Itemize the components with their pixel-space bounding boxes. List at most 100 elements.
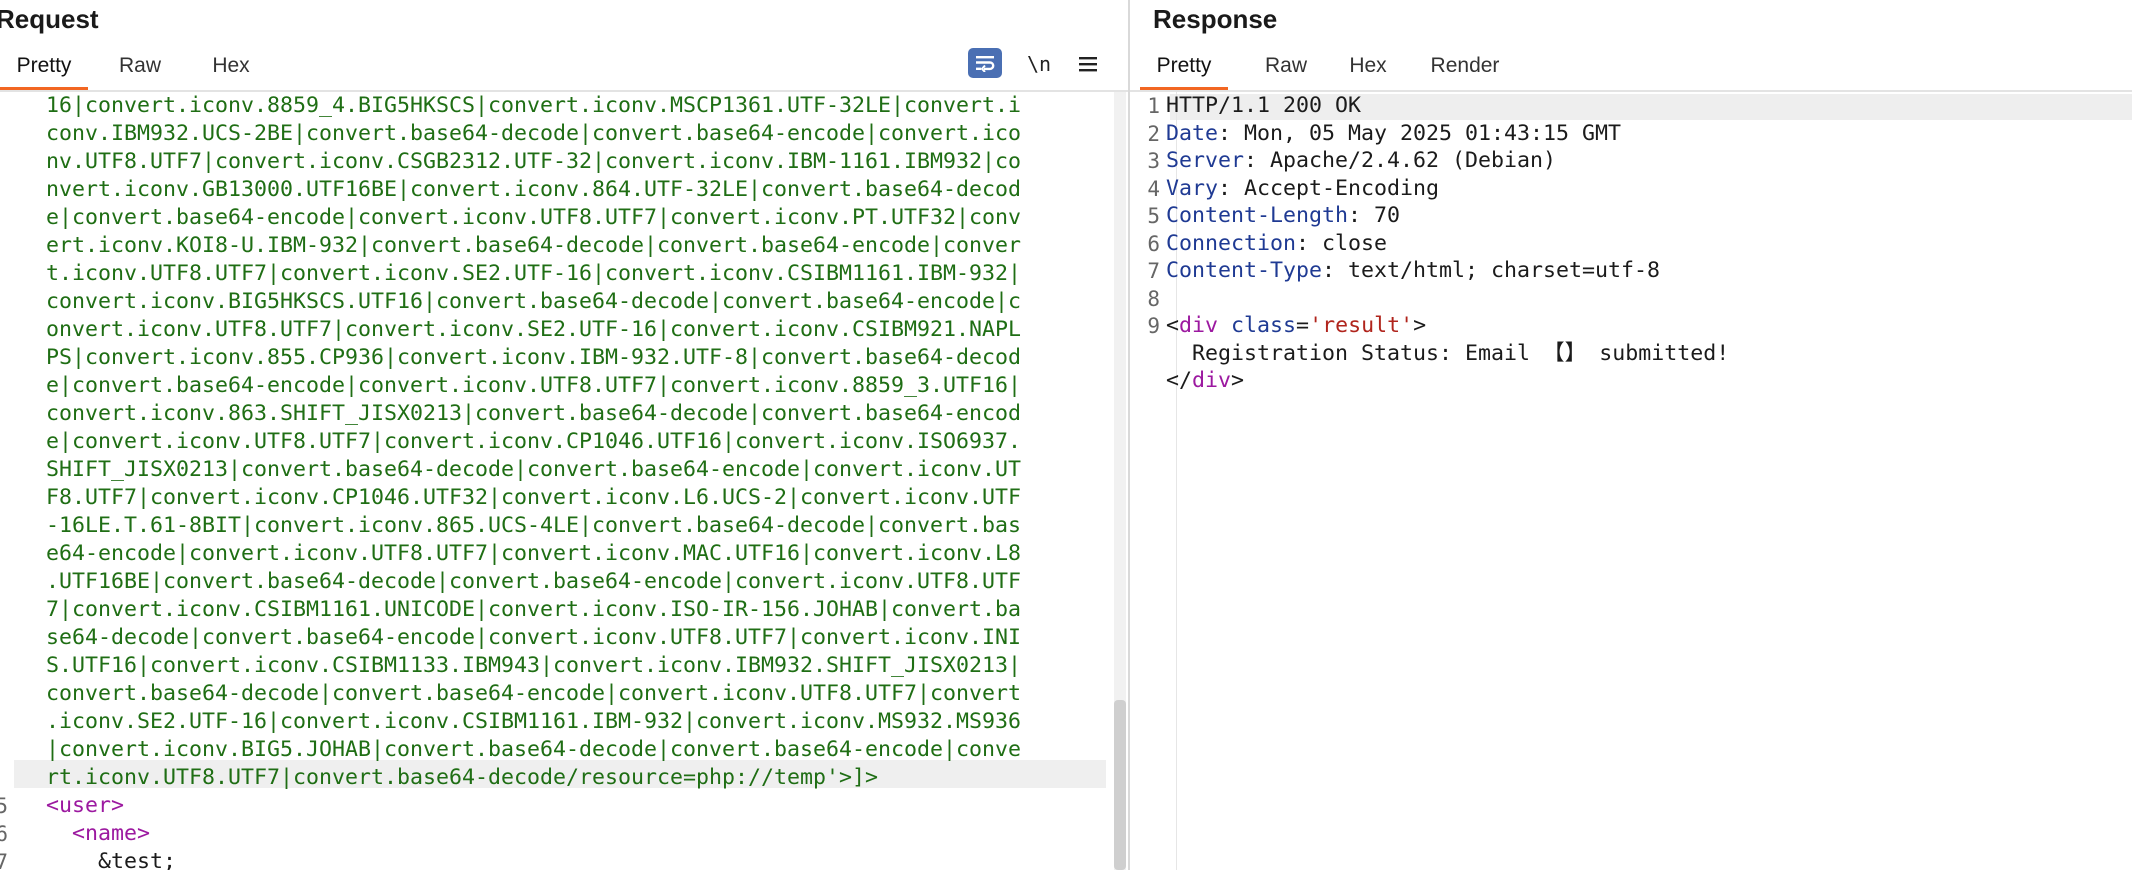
header-name: Connection — [1166, 230, 1297, 256]
line-number: 5 — [0, 794, 8, 818]
code-line: Server: Apache/2.4.62 (Debian) — [1166, 147, 1556, 175]
request-tabbar: Pretty Raw Hex — [0, 46, 1128, 92]
xml-tag: <user> — [46, 793, 125, 818]
code-line: e64-encode|convert.iconv.UTF8.UTF7|conve… — [46, 541, 1022, 566]
request-tab-raw[interactable]: Raw — [100, 46, 180, 88]
code-line: |convert.iconv.BIG5.JOHAB|convert.base64… — [46, 737, 1022, 762]
code-line: <name> — [46, 820, 150, 848]
code-line: .iconv.SE2.UTF-16|convert.iconv.CSIBM116… — [46, 709, 1022, 734]
code-line: F8.UTF7|convert.iconv.CP1046.UTF32|conve… — [46, 485, 1022, 510]
tag-open-bracket: </ — [1166, 368, 1193, 393]
code-line: e|convert.iconv.UTF8.UTF7|convert.iconv.… — [46, 429, 1022, 454]
header-value: HTTP/1.1 200 OK — [1166, 93, 1362, 118]
html-tag-name: div — [1192, 368, 1232, 393]
code-line: SHIFT_JISX0213|convert.base64-decode|con… — [46, 457, 1022, 482]
header-colon: : — [1218, 175, 1232, 201]
header-colon: : — [1322, 258, 1336, 283]
header-colon: : — [1296, 230, 1310, 256]
header-colon: : — [1218, 120, 1232, 146]
line-number: 7 — [0, 850, 8, 870]
xml-tag: <name> — [72, 821, 151, 846]
code-line: nvert.iconv.GB13000.UTF16BE|convert.icon… — [46, 177, 1022, 202]
code-line: &test; — [46, 848, 176, 870]
line-number: 5 — [1147, 204, 1160, 228]
attr-equals: = — [1296, 313, 1310, 338]
code-line: nv.UTF8.UTF7|convert.iconv.CSGB2312.UTF-… — [46, 149, 1022, 174]
response-title: Response — [1153, 4, 1278, 34]
code-line: ert.iconv.KOI8-U.IBM-932|convert.base64-… — [46, 233, 1022, 258]
hamburger-menu-icon — [1079, 57, 1097, 72]
response-tab-raw[interactable]: Raw — [1254, 46, 1318, 88]
response-tab-pretty[interactable]: Pretty — [1140, 46, 1228, 90]
line-number: 9 — [1147, 314, 1160, 338]
header-value: Accept-Encoding — [1231, 175, 1440, 201]
response-body-text: Registration Status: Email 【】 submitted! — [1166, 340, 1730, 366]
attr-name: class — [1218, 313, 1297, 338]
header-colon: : — [1348, 203, 1362, 228]
code-line: onvert.iconv.UTF8.UTF7|convert.iconv.SE2… — [46, 317, 1022, 342]
header-name: Content-Length — [1166, 203, 1349, 228]
request-tab-hex[interactable]: Hex — [196, 46, 266, 88]
header-value: Apache/2.4.62 (Debian) — [1257, 148, 1557, 173]
line-number: 3 — [1147, 149, 1160, 173]
code-line: Content-Length: 70 — [1166, 202, 1400, 230]
header-value: Mon, 05 May 2025 01:43:15 GMT — [1231, 120, 1622, 146]
line-number: 1 — [1147, 94, 1160, 118]
header-name: Date — [1166, 120, 1219, 146]
code-line: .UTF16BE|convert.base64-decode|convert.b… — [46, 569, 1022, 594]
menu-button[interactable] — [1074, 46, 1102, 82]
code-line: Content-Type: text/html; charset=utf-8 — [1166, 257, 1660, 285]
response-tab-hex[interactable]: Hex — [1338, 46, 1398, 88]
header-name: Vary — [1166, 175, 1219, 201]
line-number: 6 — [1147, 231, 1160, 256]
code-line: Vary: Accept-Encoding — [1166, 175, 1439, 203]
http-editor-window: Request Pretty Raw Hex \n 16|convert.ico… — [0, 0, 2132, 870]
code-line: 7|convert.iconv.CSIBM1161.UNICODE|conver… — [46, 597, 1022, 622]
wrap-text-icon — [976, 56, 995, 72]
header-value: close — [1309, 230, 1388, 256]
code-line: </div> — [1166, 367, 1244, 395]
header-name: Server — [1166, 148, 1245, 173]
code-line: t.iconv.UTF8.UTF7|convert.iconv.SE2.UTF-… — [46, 261, 1022, 286]
code-line: e|convert.base64-encode|convert.iconv.UT… — [46, 205, 1022, 230]
tag-close-bracket: > — [1413, 313, 1427, 338]
request-pane: Request Pretty Raw Hex \n 16|convert.ico… — [0, 0, 1128, 870]
html-tag-name: div — [1179, 313, 1219, 338]
entity-ref: &test; — [98, 849, 177, 870]
attr-value: 'result' — [1309, 313, 1414, 338]
code-line: e|convert.base64-encode|convert.iconv.UT… — [46, 373, 1022, 398]
code-line: HTTP/1.1 200 OK — [1166, 92, 1361, 120]
request-title: Request — [0, 4, 99, 34]
response-tab-render[interactable]: Render — [1420, 46, 1510, 88]
code-line: Date: Mon, 05 May 2025 01:43:15 GMT — [1166, 120, 1621, 148]
code-line: <user> — [46, 792, 124, 820]
code-line: PS|convert.iconv.855.CP936|convert.iconv… — [46, 345, 1022, 370]
line-number: 4 — [1147, 176, 1160, 201]
code-line: convert.iconv.863.SHIFT_JISX0213|convert… — [46, 401, 1022, 426]
code-line: convert.iconv.BIG5HKSCS.UTF16|convert.ba… — [46, 289, 1022, 314]
code-line: conv.IBM932.UCS-2BE|convert.base64-decod… — [46, 121, 1022, 146]
code-line: -16LE.T.61-8BIT|convert.iconv.865.UCS-4L… — [46, 513, 1022, 538]
line-number: 8 — [1147, 286, 1160, 311]
wrap-lines-button[interactable] — [968, 48, 1002, 78]
code-line: <div class='result'> — [1166, 312, 1426, 340]
code-line: convert.base64-decode|convert.base64-enc… — [46, 681, 1022, 706]
tag-close-bracket: > — [1231, 368, 1245, 393]
response-editor[interactable]: 1 HTTP/1.1 200 OK 2 Date: Mon, 05 May 2025 … — [1130, 92, 2132, 870]
header-colon: : — [1244, 148, 1258, 173]
code-line: se64-decode|convert.base64-encode|conver… — [46, 625, 1022, 650]
line-number: 2 — [1147, 121, 1160, 146]
code-line: rt.iconv.UTF8.UTF7|convert.base64-decode… — [46, 765, 879, 790]
header-value: 70 — [1361, 203, 1401, 228]
request-scrollbar-thumb[interactable] — [1114, 700, 1126, 870]
show-newlines-button[interactable]: \n — [1024, 46, 1054, 82]
code-line: Connection: close — [1166, 230, 1387, 258]
request-tab-pretty[interactable]: Pretty — [0, 46, 88, 90]
code-line: S.UTF16|convert.iconv.CSIBM1133.IBM943|c… — [46, 653, 1022, 678]
header-value: text/html; charset=utf-8 — [1335, 258, 1661, 283]
header-name: Content-Type — [1166, 258, 1323, 283]
request-editor[interactable]: 16|convert.iconv.8859_4.BIG5HKSCS|conver… — [0, 92, 1128, 870]
response-pane: Response Pretty Raw Hex Render 1 HTTP/1.1… — [1130, 0, 2132, 870]
